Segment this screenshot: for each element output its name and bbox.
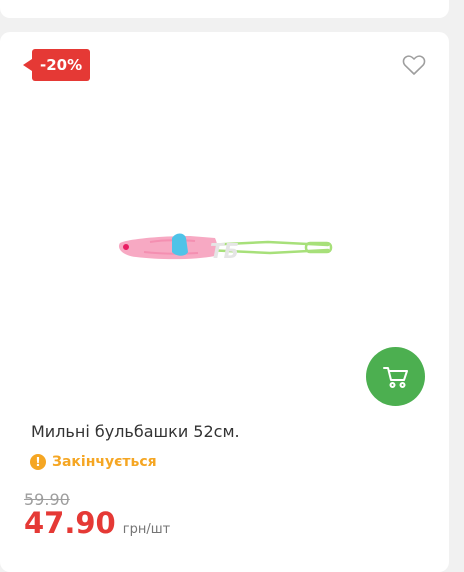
product-image[interactable]: ТБ <box>100 212 350 292</box>
favorite-button[interactable] <box>402 54 426 76</box>
add-to-cart-button[interactable] <box>366 347 425 406</box>
product-card[interactable]: -20% ТБ Мильні бульбашки 52см. ! Закінчу… <box>0 32 449 572</box>
exclamation-icon: ! <box>30 454 46 470</box>
product-title[interactable]: Мильні бульбашки 52см. <box>31 422 240 441</box>
stock-status-label: Закінчується <box>52 454 157 470</box>
current-price: 47.90 <box>24 506 116 540</box>
discount-badge: -20% <box>22 49 91 81</box>
price-unit: грн/шт <box>122 522 171 537</box>
stock-status: ! Закінчується <box>30 454 157 470</box>
bubble-wand-image: ТБ <box>118 233 333 263</box>
previous-product-card <box>0 0 449 18</box>
cart-icon <box>382 366 408 388</box>
price-row: 47.90 грн/шт <box>24 506 170 540</box>
heart-outline-icon <box>402 55 426 75</box>
svg-text:ТБ: ТБ <box>210 239 239 263</box>
